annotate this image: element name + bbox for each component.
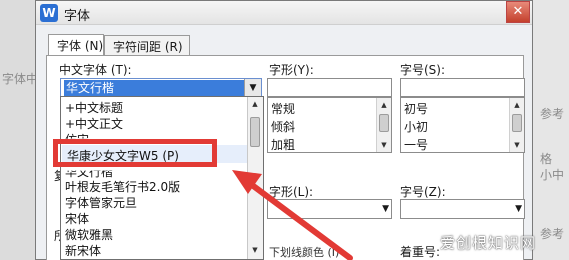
annotation-arrow [232,170,353,260]
watermark-text: 爱创根知识网 [440,234,537,252]
annotation-arrow-shaft [245,179,353,260]
